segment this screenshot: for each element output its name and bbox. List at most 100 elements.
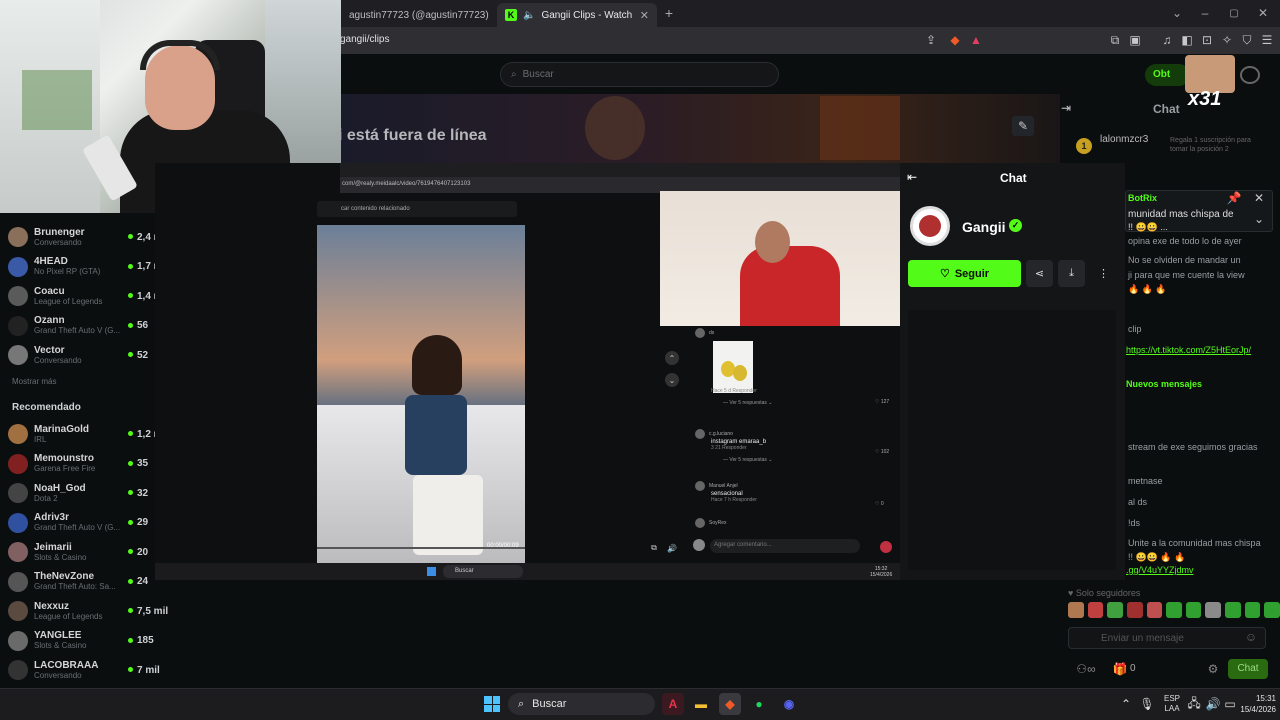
extensions-icon[interactable]: ⧉: [1108, 33, 1122, 47]
channel-info: Jeimarii Slots & Casino: [34, 542, 86, 563]
channel-avatar[interactable]: [910, 206, 950, 246]
sidebar-channel-item[interactable]: Brunenger Conversando 2,4 m: [8, 223, 163, 251]
view-replies-link[interactable]: — Ver 5 respuestas ⌄: [723, 457, 895, 463]
collapse-chat-icon[interactable]: ⇥: [1058, 101, 1074, 115]
music-icon[interactable]: ♫: [1160, 33, 1174, 47]
microphone-icon[interactable]: 🎙: [1139, 697, 1154, 711]
gift-icon[interactable]: 🎁: [1113, 662, 1128, 676]
language-indicator[interactable]: ESP LAA: [1164, 694, 1180, 714]
download-button[interactable]: ⤓: [1058, 260, 1085, 287]
taskbar-search[interactable]: ⌕ Buscar: [508, 693, 655, 715]
settings-gear-icon[interactable]: ⚙: [1207, 662, 1219, 676]
sidebar-channel-item[interactable]: Memounstro Garena Free Fire 35: [8, 450, 158, 478]
sidebar-channel-item[interactable]: TheNevZone Grand Theft Auto: Sa... 24: [8, 568, 158, 596]
chat-message: !ds: [1128, 518, 1141, 528]
collapse-icon[interactable]: ⇤: [905, 170, 919, 184]
sidebar-channel-item[interactable]: Ozann Grand Theft Auto V (G... 56: [8, 312, 158, 340]
battery-icon[interactable]: ▭: [1224, 697, 1236, 711]
menu-icon[interactable]: ☰: [1260, 33, 1274, 47]
pinned-expand-icon[interactable]: ⌄: [1253, 212, 1265, 226]
channel-name: Adriv3r: [34, 512, 70, 523]
search-input[interactable]: ⌕ Buscar: [500, 62, 779, 87]
sidebar-toggle-icon[interactable]: ◧: [1180, 33, 1194, 47]
channel-category: No Pixel RP (GTA): [34, 267, 101, 276]
comment-likes-count: 127: [880, 399, 890, 405]
tiktok-video[interactable]: 00:00/00:09: [317, 225, 525, 563]
pinned-close-icon[interactable]: ✕: [1253, 191, 1265, 205]
inner-search: car contenido relacionado: [317, 201, 517, 217]
channel-info: Coacu League of Legends: [34, 286, 103, 307]
channel-category: Conversando: [34, 237, 82, 247]
next-video-icon[interactable]: ⌄: [665, 373, 679, 387]
volume-icon[interactable]: 🔊: [1206, 697, 1221, 711]
maximize-icon[interactable]: ▢: [1227, 6, 1241, 20]
channel-avatar: [8, 286, 28, 306]
send-chat-button[interactable]: Chat: [1228, 659, 1268, 679]
points-icon[interactable]: ⚇∞: [1072, 662, 1100, 676]
leo-ai-icon[interactable]: ✧: [1220, 33, 1234, 47]
comment-input[interactable]: Agregar comentario...: [710, 539, 860, 553]
system-clock[interactable]: 15:31 15/4/2026: [1236, 693, 1276, 715]
get-button[interactable]: Obt: [1145, 64, 1190, 86]
emoji-icon[interactable]: ☺: [1245, 630, 1257, 644]
show-more-link[interactable]: Mostrar más: [12, 377, 56, 386]
user-avatar-icon[interactable]: [1240, 66, 1260, 84]
chat-link[interactable]: .gg/V4uYYZjdmv: [1126, 565, 1194, 575]
channel-name: Ozann: [34, 315, 65, 326]
prev-video-icon[interactable]: ⌃: [665, 351, 679, 365]
file-explorer-icon[interactable]: ▬: [690, 693, 712, 715]
close-tab-icon[interactable]: ✕: [640, 9, 649, 22]
channel-avatar: [8, 542, 28, 562]
brave-shield-icon[interactable]: ◆: [948, 33, 962, 47]
post-comment-icon[interactable]: [880, 541, 892, 553]
sidebar-channel-item[interactable]: NoaH_God Dota 2 32: [8, 479, 158, 507]
url-text[interactable]: gangii/clips: [340, 34, 389, 45]
follow-button[interactable]: ♡ Seguir: [908, 260, 1021, 287]
sidebar-channel-item[interactable]: 4HEAD No Pixel RP (GTA) 1,7 m: [8, 253, 163, 281]
share-icon[interactable]: ⇪: [924, 33, 938, 47]
sidebar-channel-item[interactable]: Adriv3r Grand Theft Auto V (G... 29: [8, 509, 158, 537]
wallet2-icon[interactable]: ⊡: [1200, 33, 1214, 47]
sidebar-channel-item[interactable]: Nexxuz League of Legends 7,5 mil: [8, 597, 168, 625]
view-replies-link[interactable]: — Ver 5 respuestas ⌄: [723, 400, 895, 406]
new-tab-icon[interactable]: +: [662, 5, 676, 21]
discord-icon[interactable]: ◉: [778, 693, 800, 715]
viewer-count: 35: [128, 458, 148, 469]
sidebar-channel-item[interactable]: Jeimarii Slots & Casino 20: [8, 538, 158, 566]
wallet-icon[interactable]: ▣: [1128, 33, 1142, 47]
commenter-name: Manuel Anjel: [709, 483, 738, 489]
channel-avatar: [8, 315, 28, 336]
network-icon[interactable]: 🖧: [1187, 696, 1200, 710]
chevron-down-icon[interactable]: ⌄: [1170, 6, 1184, 20]
viewer-count: 7,5 mil: [128, 606, 168, 617]
viewer-count: 185: [128, 635, 154, 646]
more-options-button[interactable]: ⋮: [1090, 260, 1117, 287]
tab-tiktok[interactable]: agustin77723 (@agustin77723) | Tik: [341, 3, 491, 27]
adobe-acrobat-icon[interactable]: A: [662, 693, 684, 715]
pip-icon[interactable]: ⧉: [648, 542, 660, 554]
emote-bar[interactable]: [1066, 602, 1280, 620]
sidebar-channel-item[interactable]: Coacu League of Legends 1,4 m: [8, 282, 163, 310]
sidebar-channel-item[interactable]: Vector Conversando 52: [8, 341, 158, 369]
minimize-icon[interactable]: –: [1198, 6, 1212, 20]
top-gifter-sub: Regala 1 suscripción para tomar la posic…: [1170, 137, 1251, 153]
volume-icon[interactable]: 🔊: [666, 542, 678, 554]
edit-icon[interactable]: ✎: [1012, 116, 1034, 136]
share-button[interactable]: ⋖: [1026, 260, 1053, 287]
chat-input[interactable]: Enviar un mensaje: [1068, 627, 1266, 649]
brave-rewards-icon[interactable]: ▲: [969, 33, 983, 47]
viewer-count: 32: [128, 488, 148, 499]
channel-info: Vector Conversando: [34, 345, 82, 366]
sidebar-channel-item[interactable]: YANGLEE Slots & Casino 185: [8, 627, 158, 655]
spotify-icon[interactable]: ●: [748, 693, 770, 715]
chat-link[interactable]: https://vt.tiktok.com/Z5HtEorJp/: [1126, 345, 1251, 355]
tray-chevron-icon[interactable]: ⌃: [1120, 697, 1132, 711]
sidebar-channel-item[interactable]: MarinaGold IRL 1,2 m: [8, 420, 163, 448]
close-window-icon[interactable]: ✕: [1256, 6, 1270, 20]
channel-name[interactable]: Gangii: [962, 219, 1006, 235]
vpn-icon[interactable]: ⛉: [1240, 33, 1254, 47]
brave-browser-icon[interactable]: ◆: [719, 693, 741, 715]
windows-start-icon[interactable]: [484, 696, 500, 712]
tab-gangii-clips[interactable]: K 🔈 Gangii Clips - Watch Live on K ✕: [497, 3, 657, 27]
sidebar-channel-item[interactable]: LACOBRAAA Conversando 7 mil: [8, 656, 160, 684]
